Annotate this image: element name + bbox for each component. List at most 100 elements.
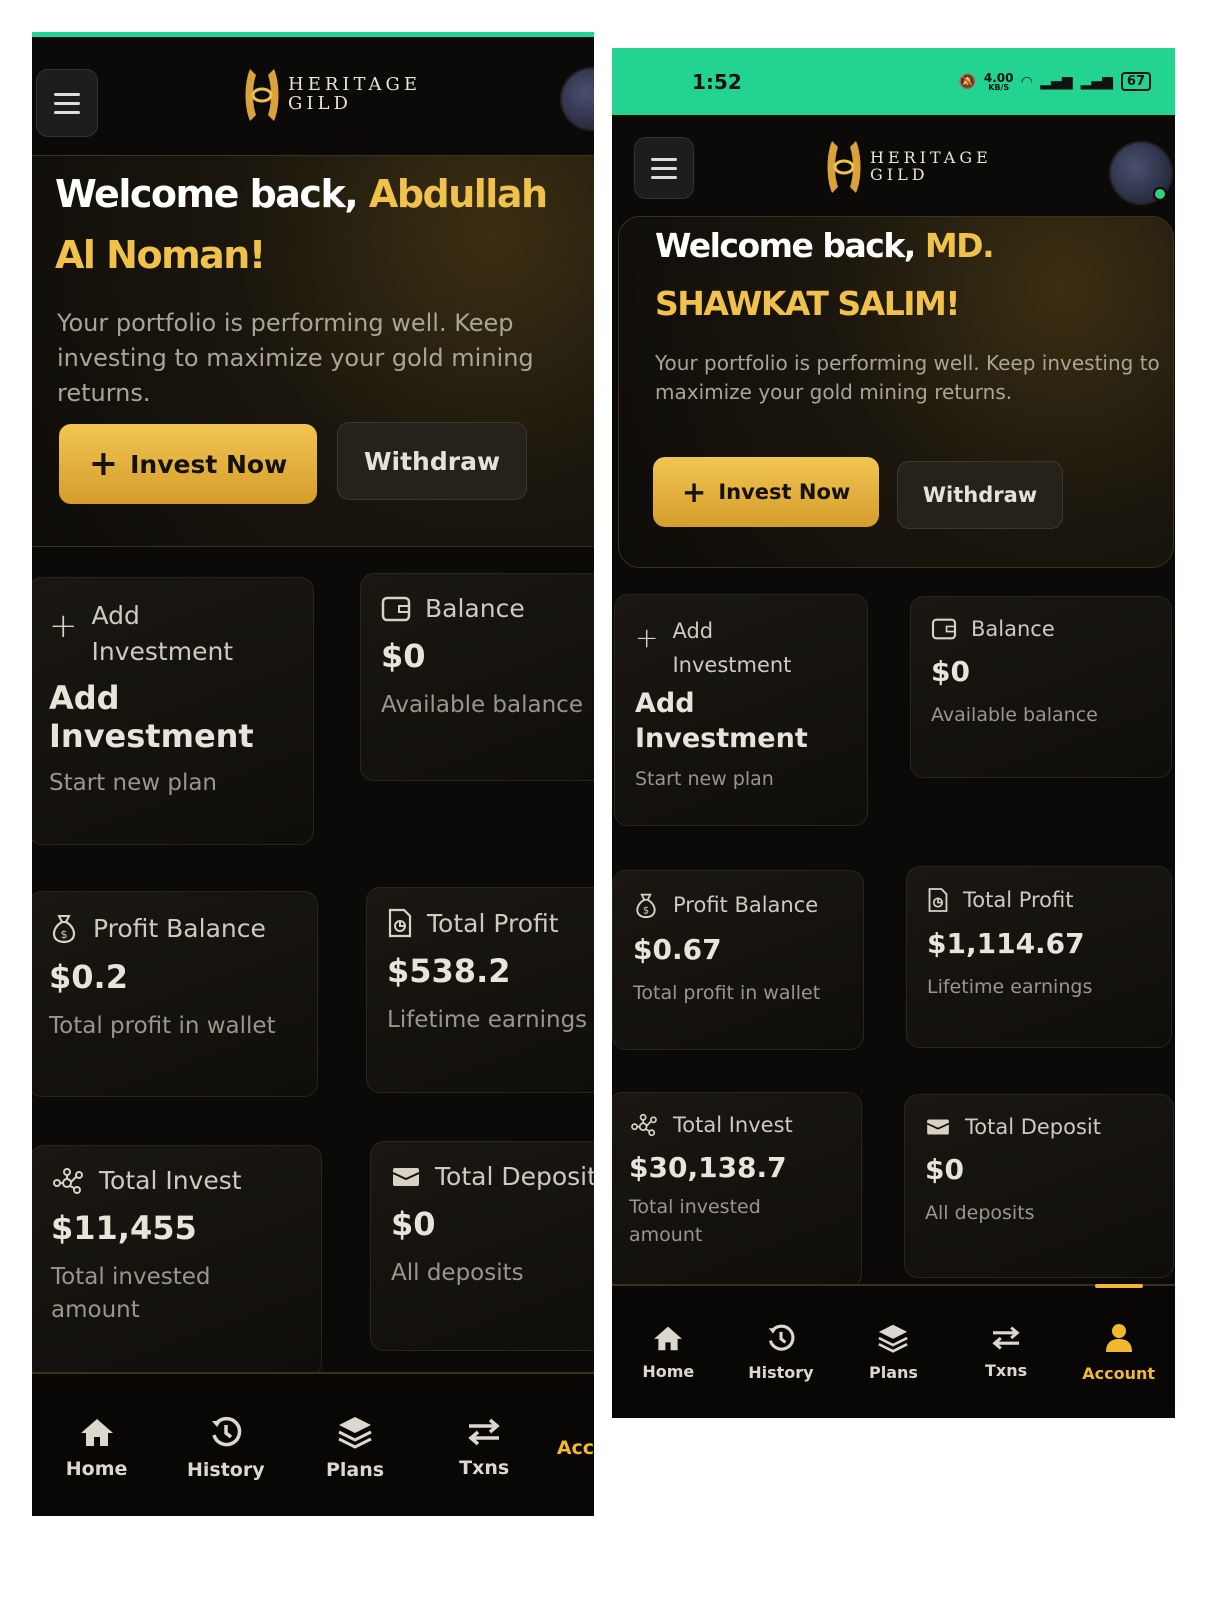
app-header: HERITAGE GILD xyxy=(612,115,1175,225)
card-title: Add Investment xyxy=(49,678,254,755)
withdraw-button[interactable]: Withdraw xyxy=(897,461,1063,529)
money-bag-icon: $ xyxy=(52,915,76,944)
card-subtitle: Total invested amount xyxy=(51,1264,211,1324)
balance-value: $0 xyxy=(931,655,970,688)
card-label: Total Invest xyxy=(99,1166,242,1195)
welcome-message: Your portfolio is performing well. Keep … xyxy=(655,351,1160,404)
invest-now-label: Invest Now xyxy=(718,480,851,504)
profit-balance-card: $ Profit Balance $0.67 Total profit in wa… xyxy=(612,870,864,1050)
status-time: 1:52 xyxy=(692,69,742,94)
history-icon xyxy=(768,1324,795,1351)
total-profit-card: Total Profit $1,114.67 Lifetime earnings xyxy=(906,866,1172,1048)
report-icon xyxy=(928,888,948,912)
brand-logo: HERITAGE GILD xyxy=(242,65,421,125)
card-label: Profit Balance xyxy=(673,893,819,917)
nav-label: History xyxy=(186,1458,265,1481)
card-label: Add Investment xyxy=(672,619,792,677)
total-profit-value: $538.2 xyxy=(387,952,511,990)
plus-icon: + xyxy=(88,444,119,484)
nav-label: Txns xyxy=(985,1360,1028,1380)
screenshot-left: HERITAGE GILD Welcome back, Abdullah Al N… xyxy=(32,32,594,1516)
network-icon xyxy=(53,1167,83,1194)
card-label: Add Investment xyxy=(91,601,234,667)
nav-history[interactable]: History xyxy=(161,1374,290,1516)
card-subtitle: Available balance xyxy=(381,692,583,718)
history-icon xyxy=(211,1416,242,1446)
nav-label: Plans xyxy=(325,1458,385,1481)
screenshot-right: 1:52 🔕 4.00 KB/S ◠ ▂▄▆ ▂▄▆ 67 HERITAGE GIL… xyxy=(612,48,1175,1418)
envelope-icon xyxy=(392,1167,420,1186)
total-invest-value: $30,138.7 xyxy=(629,1151,787,1184)
wallet-icon xyxy=(931,618,957,640)
card-title: Add Investment xyxy=(635,688,808,755)
card-label: Profit Balance xyxy=(93,913,266,943)
withdraw-label: Withdraw xyxy=(922,483,1038,507)
bottom-nav: Home History Plans Txns Account xyxy=(32,1372,594,1516)
card-subtitle: Available balance xyxy=(931,704,1098,726)
card-label: Total Deposit xyxy=(435,1162,594,1191)
add-investment-card[interactable]: + Add Investment Add Investment Start new… xyxy=(614,594,868,826)
brand-line2: GILD xyxy=(288,93,352,114)
card-subtitle: All deposits xyxy=(925,1202,1035,1224)
menu-button[interactable] xyxy=(634,137,694,199)
brand-line2: GILD xyxy=(870,165,929,184)
withdraw-label: Withdraw xyxy=(363,446,501,476)
plus-icon: + xyxy=(49,606,78,646)
report-icon xyxy=(388,908,412,938)
nav-txns[interactable]: Txns xyxy=(420,1374,549,1516)
svg-text:$: $ xyxy=(643,906,649,917)
total-deposit-value: $0 xyxy=(925,1153,964,1186)
invest-now-label: Invest Now xyxy=(130,449,288,479)
card-label: Total Invest xyxy=(673,1113,793,1137)
battery-icon: 67 xyxy=(1120,72,1151,91)
speed-value: 4.00 xyxy=(983,70,1014,85)
money-bag-icon: $ xyxy=(636,893,656,919)
mute-icon: 🔕 xyxy=(958,73,976,90)
network-icon xyxy=(631,1113,657,1137)
avatar[interactable] xyxy=(560,67,594,131)
avatar[interactable] xyxy=(1109,141,1173,205)
card-subtitle: Total profit in wallet xyxy=(633,982,821,1004)
transfer-icon xyxy=(992,1325,1020,1350)
nav-plans[interactable]: Plans xyxy=(290,1374,419,1516)
app-header: HERITAGE GILD xyxy=(32,37,594,155)
nav-txns[interactable]: Txns xyxy=(950,1286,1063,1418)
layers-icon xyxy=(878,1324,909,1353)
balance-card: Balance $0 Available balance xyxy=(360,573,594,781)
welcome-card: Welcome back, MD. SHAWKAT SALIM! Your po… xyxy=(618,216,1174,568)
card-label: Total Deposit xyxy=(965,1115,1101,1139)
balance-card: Balance $0 Available balance xyxy=(910,596,1172,778)
add-investment-card[interactable]: + Add Investment Add Investment Start new… xyxy=(32,577,314,845)
invest-now-button[interactable]: + Invest Now xyxy=(59,424,317,504)
envelope-icon xyxy=(926,1119,950,1135)
nav-history[interactable]: History xyxy=(725,1286,838,1418)
total-deposit-card: Total Deposit $0 All deposits xyxy=(904,1094,1174,1278)
card-subtitle: Lifetime earnings xyxy=(387,1007,588,1033)
nav-plans[interactable]: Plans xyxy=(837,1286,950,1418)
logo-icon xyxy=(827,141,861,193)
nav-home[interactable]: Home xyxy=(612,1286,725,1418)
withdraw-button[interactable]: Withdraw xyxy=(337,422,527,500)
speed-unit: KB/S xyxy=(988,82,1010,92)
nav-label: Plans xyxy=(869,1362,918,1382)
plus-icon: + xyxy=(681,475,707,509)
menu-button[interactable] xyxy=(36,69,98,137)
plus-icon: + xyxy=(635,621,659,654)
welcome-heading: Welcome back, MD. SHAWKAT SALIM! xyxy=(655,217,1085,333)
card-subtitle: Start new plan xyxy=(49,770,218,797)
card-subtitle: Total invested amount xyxy=(629,1196,761,1246)
total-deposit-value: $0 xyxy=(391,1205,436,1243)
nav-account[interactable]: Account xyxy=(1062,1284,1175,1418)
layers-icon xyxy=(338,1416,372,1449)
total-invest-value: $11,455 xyxy=(51,1209,197,1247)
profit-balance-value: $0.2 xyxy=(49,958,128,996)
invest-now-button[interactable]: + Invest Now xyxy=(653,457,879,527)
logo-icon xyxy=(245,69,279,121)
signal-icon: ▂▄▆ xyxy=(1040,73,1073,90)
card-subtitle: All deposits xyxy=(391,1260,524,1286)
nav-account[interactable]: Account xyxy=(549,1374,594,1516)
nav-label: Account xyxy=(1082,1363,1156,1383)
balance-value: $0 xyxy=(381,637,426,675)
nav-home[interactable]: Home xyxy=(32,1374,161,1516)
welcome-prefix: Welcome back, xyxy=(655,226,925,265)
